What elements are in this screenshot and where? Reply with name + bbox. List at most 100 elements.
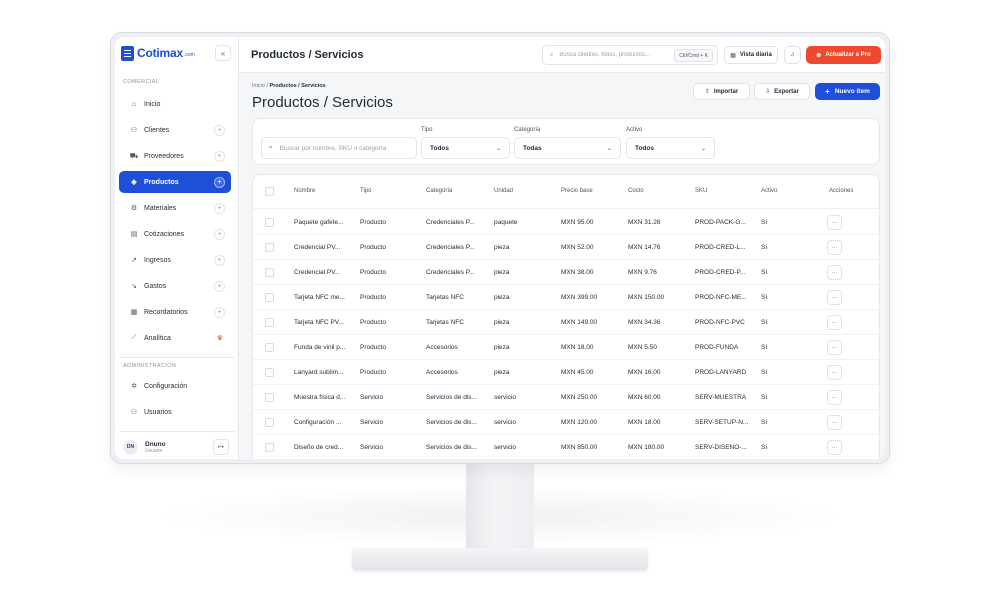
- row-actions-button[interactable]: ···: [827, 415, 842, 430]
- sidebar-item-usuarios[interactable]: ⚇ Usuarios: [119, 401, 231, 423]
- filter-categoria-select[interactable]: Todas ⌄: [514, 137, 621, 159]
- table-row[interactable]: Muestra física d... Servicio Servicios de …: [253, 385, 879, 410]
- row-checkbox[interactable]: [265, 443, 274, 452]
- add-icon[interactable]: +: [214, 150, 225, 162]
- calendar-icon: ▦: [130, 309, 138, 316]
- filter-label-categoria: Categoría: [514, 127, 541, 133]
- column-header[interactable]: Unidad: [494, 188, 513, 194]
- sidebar-item-clientes[interactable]: ⚇ Clientes +: [119, 119, 231, 141]
- row-checkbox[interactable]: [265, 268, 274, 277]
- row-checkbox[interactable]: [265, 343, 274, 352]
- cell-precio: MXN 18.00: [561, 344, 594, 351]
- cell-tipo: Servicio: [360, 394, 384, 401]
- add-icon[interactable]: +: [214, 202, 225, 214]
- table-row[interactable]: Credencial PV... Producto Credenciales P..…: [253, 260, 879, 285]
- row-actions-button[interactable]: ···: [827, 290, 842, 305]
- sidebar-item-gastos[interactable]: ↘ Gastos +: [119, 275, 231, 297]
- column-header[interactable]: Tipo: [360, 188, 371, 194]
- sidebar-item-recordatorios[interactable]: ▦ Recordatorios +: [119, 301, 231, 323]
- row-checkbox[interactable]: [265, 318, 274, 327]
- cell-categoria: Credenciales P...: [426, 269, 475, 276]
- filter-tipo-select[interactable]: Todos ⌄: [421, 137, 510, 159]
- column-header[interactable]: Categoría: [426, 188, 452, 194]
- breadcrumb-root[interactable]: Inicio /: [252, 83, 268, 89]
- row-checkbox[interactable]: [265, 218, 274, 227]
- upgrade-pro-button[interactable]: ⊛ Actualizar a Pro: [806, 46, 881, 64]
- sidebar-item-materiales[interactable]: ⚙ Materiales +: [119, 197, 231, 219]
- add-icon[interactable]: +: [214, 254, 225, 266]
- add-icon[interactable]: +: [214, 176, 225, 188]
- cell-precio: MXN 149.00: [561, 319, 598, 326]
- sidebar-item-label: Gastos: [144, 282, 167, 290]
- row-actions-button[interactable]: ···: [827, 315, 842, 330]
- row-checkbox[interactable]: [265, 243, 274, 252]
- row-actions-button[interactable]: ···: [827, 440, 842, 455]
- row-actions-button[interactable]: ···: [827, 340, 842, 355]
- row-actions-button[interactable]: ···: [827, 390, 842, 405]
- cell-activo: Sí: [761, 419, 768, 426]
- sidebar-item-inicio[interactable]: ⌂ Inicio: [119, 93, 231, 115]
- row-checkbox[interactable]: [265, 393, 274, 402]
- cell-activo: Sí: [761, 394, 768, 401]
- filter-activo-select[interactable]: Todos ⌄: [626, 137, 715, 159]
- sidebar-item-configuracion[interactable]: ✲ Configuración: [119, 375, 231, 397]
- table-row[interactable]: Configuración ... Servicio Servicios de di…: [253, 410, 879, 435]
- product-search-input[interactable]: ⌕ Buscar por nombre, SKU o categoría: [261, 137, 417, 159]
- table-row[interactable]: Funda de vinil p... Producto Accesorios pie…: [253, 335, 879, 360]
- export-button[interactable]: ⇩ Exportar: [754, 83, 810, 100]
- table-row[interactable]: Paquete gafete... Producto Credenciales P.…: [253, 210, 879, 235]
- column-header[interactable]: Costo: [628, 188, 644, 194]
- add-icon[interactable]: +: [214, 306, 225, 318]
- sidebar-item-anal-tica[interactable]: ⟋ Analítica ♛: [119, 327, 231, 349]
- column-header[interactable]: Precio base: [561, 188, 593, 194]
- column-header[interactable]: SKU: [695, 188, 707, 194]
- select-all-checkbox[interactable]: [265, 187, 274, 196]
- notifications-button[interactable]: ♫: [784, 46, 801, 64]
- user-profile[interactable]: DN Dnuno Usuario ↦: [119, 435, 231, 459]
- collapse-sidebar-button[interactable]: «: [215, 45, 231, 61]
- table-row[interactable]: Lanyard sublim... Producto Accesorios pieza…: [253, 360, 879, 385]
- row-actions-button[interactable]: ···: [827, 365, 842, 380]
- add-icon[interactable]: +: [214, 124, 225, 136]
- row-actions-button[interactable]: ···: [827, 215, 842, 230]
- sidebar-item-ingresos[interactable]: ↗ Ingresos +: [119, 249, 231, 271]
- add-icon[interactable]: +: [214, 280, 225, 292]
- row-checkbox[interactable]: [265, 293, 274, 302]
- sidebar: Cotimax .com « COMERCIAL ⌂ Inicio ⚇ Cliente…: [115, 37, 239, 459]
- cell-unidad: pieza: [494, 344, 510, 351]
- sidebar-item-label: Cotizaciones: [144, 230, 185, 238]
- import-button[interactable]: ⇧ Importar: [693, 83, 750, 100]
- table-row[interactable]: Tarjeta NFC me... Producto Tarjetas NFC pie…: [253, 285, 879, 310]
- global-search-placeholder: Busca clientes, folios, productos...: [559, 52, 651, 58]
- sidebar-item-cotizaciones[interactable]: ▤ Cotizaciones +: [119, 223, 231, 245]
- column-header[interactable]: Activo: [761, 188, 777, 194]
- user-name: Dnuno: [145, 440, 166, 448]
- table-row[interactable]: Tarjeta NFC PV... Producto Tarjetas NFC pie…: [253, 310, 879, 335]
- new-item-button[interactable]: + Nuevo ítem: [815, 83, 880, 100]
- column-header[interactable]: Nombre: [294, 188, 315, 194]
- table-row[interactable]: Diseño de cred... Servicio Servicios de di…: [253, 435, 879, 459]
- cell-nombre: Muestra física d...: [294, 394, 346, 401]
- sidebar-item-productos[interactable]: ◈ Productos +: [119, 171, 231, 193]
- row-actions-button[interactable]: ···: [827, 240, 842, 255]
- keyboard-shortcut-badge: Ctrl/Cmd + K: [674, 49, 713, 62]
- section-label-admin: ADMINISTRACION: [123, 363, 177, 369]
- add-icon[interactable]: +: [214, 228, 225, 240]
- global-search-input[interactable]: ⌕ Busca clientes, folios, productos... C…: [542, 45, 718, 65]
- sidebar-item-label: Inicio: [144, 100, 161, 108]
- chart-icon: ⟋: [131, 334, 137, 341]
- logout-button[interactable]: ↦: [213, 439, 229, 455]
- layers-icon: ⚙: [130, 205, 138, 212]
- cell-categoria: Servicios de dis...: [426, 394, 477, 401]
- sidebar-divider: [119, 357, 235, 358]
- row-checkbox[interactable]: [265, 418, 274, 427]
- daily-view-button[interactable]: ▦ Vista diaria: [724, 46, 778, 64]
- sidebar-item-label: Productos: [144, 178, 179, 186]
- upgrade-label: Actualizar a Pro: [825, 52, 871, 58]
- monitor-stand-neck: [466, 462, 534, 554]
- column-header[interactable]: Acciones: [829, 188, 853, 194]
- row-actions-button[interactable]: ···: [827, 265, 842, 280]
- sidebar-item-proveedores[interactable]: ⛟ Proveedores +: [119, 145, 231, 167]
- table-row[interactable]: Credencial PV... Producto Credenciales P..…: [253, 235, 879, 260]
- row-checkbox[interactable]: [265, 368, 274, 377]
